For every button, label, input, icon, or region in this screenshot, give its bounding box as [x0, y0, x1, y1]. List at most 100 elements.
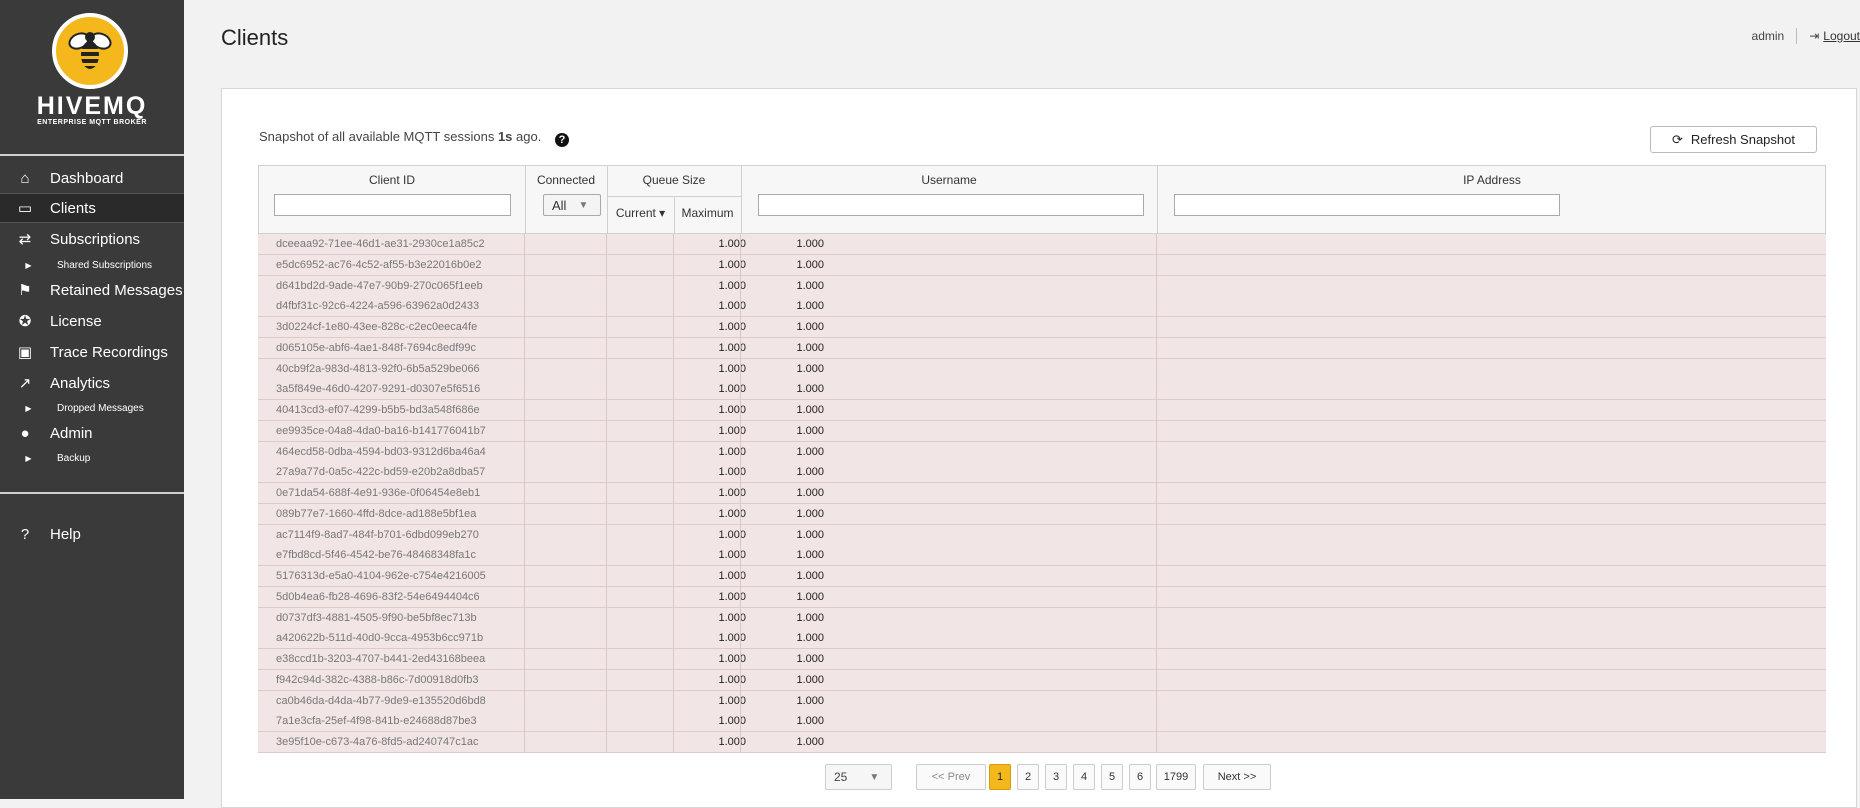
cell-divider — [673, 254, 674, 276]
queue-current-cell: 1.000 — [718, 238, 746, 250]
refresh-snapshot-button[interactable]: ⟳ Refresh Snapshot — [1650, 126, 1817, 153]
sidebar-item-help[interactable]: ? Help — [0, 519, 184, 549]
cell-divider — [740, 524, 741, 546]
header-current[interactable]: Current ▾ — [607, 206, 674, 220]
header-queue-size: Queue Size — [642, 173, 706, 187]
table-row[interactable]: 40413cd3-ef07-4299-b5b5-bd3a548f686e 1.00… — [258, 400, 1826, 421]
table-row[interactable]: e7fbd8cd-5f46-4542-be76-48468348fa1c 1.00… — [258, 545, 1826, 567]
sidebar-item-subscriptions[interactable]: ⇄ Subscriptions — [0, 224, 184, 254]
queue-maximum-cell: 1.000 — [796, 341, 824, 354]
cell-divider — [524, 669, 525, 691]
table-row[interactable]: 089b77e7-1660-4ffd-8dce-ad188e5bf1ea 1.00… — [258, 503, 1826, 525]
page-button[interactable]: 6 — [1129, 764, 1151, 790]
help-icon[interactable]: ? — [554, 133, 569, 147]
queue-maximum-cell: 1.000 — [796, 238, 824, 250]
table-row[interactable]: 27a9a77d-0a5c-422c-bd59-e20b2a8dba57 1.00… — [258, 462, 1826, 484]
column-divider — [1157, 166, 1158, 235]
next-page-button[interactable]: Next >> — [1203, 764, 1271, 790]
table-row[interactable]: d4fbf31c-92c6-4224-a596-63962a0d2433 1.00… — [258, 296, 1826, 318]
page-size-select[interactable]: 25 ▼ — [825, 764, 892, 790]
table-row[interactable]: f942c94d-382c-4388-b86c-7d00918d0fb3 1.00… — [258, 669, 1826, 691]
sidebar-item-retained-messages[interactable]: ⚑ Retained Messages — [0, 275, 184, 305]
cell-divider — [673, 607, 674, 629]
clients-panel: Snapshot of all available MQTT sessions … — [221, 88, 1857, 808]
queue-current-cell: 1.000 — [718, 673, 746, 686]
sidebar-item-label: Admin — [50, 424, 93, 442]
header-maximum[interactable]: Maximum — [674, 206, 741, 220]
table-row[interactable]: ee9935ce-04a8-4da0-ba16-b141776041b7 1.00… — [258, 420, 1826, 442]
connected-filter-select[interactable]: All ▼ — [543, 194, 601, 216]
page-button[interactable]: 4 — [1073, 764, 1095, 790]
cell-divider — [1156, 254, 1157, 276]
sidebar-item-dashboard[interactable]: ⌂ Dashboard — [0, 163, 184, 193]
logout-link[interactable]: Logout — [1823, 29, 1860, 43]
table-row[interactable]: a420622b-511d-40d0-9cca-4953b6cc971b 1.00… — [258, 628, 1826, 650]
sidebar-item-admin[interactable]: ● Admin — [0, 418, 184, 448]
sidebar-item-analytics[interactable]: ↗ Analytics — [0, 368, 184, 398]
table-row[interactable]: 7a1e3cfa-25ef-4f98-841b-e24688d87be3 1.00… — [258, 711, 1826, 733]
username-filter-input[interactable] — [758, 194, 1144, 216]
prev-page-button[interactable]: << Prev — [916, 764, 986, 790]
cell-divider — [524, 275, 525, 297]
sidebar-subitem-shared-subscriptions[interactable]: ▶ Shared Subscriptions — [0, 256, 184, 274]
sidebar-item-label: Subscriptions — [50, 230, 141, 248]
cell-divider — [524, 254, 525, 276]
table-row[interactable]: e5dc6952-ac76-4c52-af55-b3e22016b0e2 1.00… — [258, 254, 1826, 276]
cell-divider — [740, 379, 741, 401]
table-row[interactable]: 3a5f849e-46d0-4207-9291-d0307e5f6516 1.00… — [258, 379, 1826, 401]
page-button[interactable]: 1799 — [1156, 764, 1196, 790]
refresh-snapshot-label: Refresh Snapshot — [1690, 132, 1795, 147]
sidebar-item-trace-recordings[interactable]: ▣ Trace Recordings — [0, 337, 184, 367]
cell-divider — [524, 732, 525, 753]
sidebar-item-label: Dashboard — [50, 169, 124, 187]
sidebar-item-label: Analytics — [50, 374, 111, 392]
queue-maximum-cell: 1.000 — [796, 362, 824, 375]
queue-current-cell: 1.000 — [718, 424, 746, 437]
cell-divider — [740, 296, 741, 318]
table-row[interactable]: 5176313d-e5a0-4104-962e-c754e4216005 1.00… — [258, 566, 1826, 587]
table-row[interactable]: 464ecd58-0dba-4594-bd03-9312d6ba46a4 1.00… — [258, 441, 1826, 463]
cell-divider — [740, 483, 741, 504]
page-button[interactable]: 5 — [1101, 764, 1123, 790]
page-button[interactable]: 3 — [1045, 764, 1067, 790]
table-row[interactable]: ac7114f9-8ad7-484f-b701-6dbd099eb270 1.00… — [258, 524, 1826, 546]
sidebar-item-clients[interactable]: ▭ Clients — [0, 193, 184, 223]
header-username[interactable]: Username — [741, 173, 1157, 187]
sidebar-item-license[interactable]: ✪ License — [0, 306, 184, 336]
cell-divider — [1156, 400, 1157, 421]
table-row[interactable]: 3e95f10e-c673-4a76-8fd5-ad240747c1ac 1.00… — [258, 732, 1826, 753]
client-id-filter-input[interactable] — [274, 194, 511, 216]
table-row[interactable]: 3d0224cf-1e80-43ee-828c-c2ec0eeca4fe 1.00… — [258, 317, 1826, 338]
cell-divider — [740, 400, 741, 421]
table-row[interactable]: ca0b46da-d4da-4b77-9de9-e135520d6bd8 1.00… — [258, 690, 1826, 712]
table-row[interactable]: 40cb9f2a-983d-4813-92f0-6b5a529be066 1.00… — [258, 358, 1826, 380]
table-row[interactable]: 5d0b4ea6-fb28-4696-83f2-54e6494404c6 1.00… — [258, 586, 1826, 608]
table-row[interactable]: d065105e-abf6-4ae1-848f-7694c8edf99c 1.00… — [258, 337, 1826, 359]
header-client-id[interactable]: Client ID — [259, 173, 525, 187]
cell-divider — [606, 254, 607, 276]
cell-divider — [1156, 358, 1157, 380]
sidebar-subitem-backup[interactable]: ▶ Backup — [0, 449, 184, 467]
table-row[interactable]: e38ccd1b-3203-4707-b441-2ed43168beea 1.00… — [258, 649, 1826, 670]
ip-address-filter-input[interactable] — [1174, 194, 1560, 216]
queue-current-cell: 1.000 — [718, 549, 746, 562]
header-connected[interactable]: Connected — [525, 173, 607, 187]
table-row[interactable]: 0e71da54-688f-4e91-936e-0f06454e8eb1 1.00… — [258, 483, 1826, 504]
page-button[interactable]: 1 — [989, 764, 1011, 790]
table-row[interactable]: d641bd2d-9ade-47e7-90b9-270c065f1eeb 1.00… — [258, 275, 1826, 297]
cell-divider — [524, 317, 525, 338]
header-ip-address[interactable]: IP Address — [1157, 173, 1827, 187]
sidebar-subitem-dropped-messages[interactable]: ▶ Dropped Messages — [0, 399, 184, 417]
user-icon: ● — [20, 424, 30, 442]
page-button[interactable]: 2 — [1017, 764, 1039, 790]
client-id-cell: f942c94d-382c-4388-b86c-7d00918d0fb3 — [276, 673, 479, 686]
chevron-down-icon: ▼ — [869, 771, 880, 783]
brand-logo[interactable]: HIVEMQ ENTERPRISE MQTT BROKER — [0, 0, 184, 156]
logout-icon: ⇥ — [1809, 29, 1820, 43]
table-row[interactable]: d0737df3-4881-4505-9f90-be5bf8ec713b 1.00… — [258, 607, 1826, 629]
cell-divider — [673, 628, 674, 650]
cell-divider — [606, 337, 607, 359]
queue-current-cell: 1.000 — [718, 715, 746, 728]
client-id-cell: ca0b46da-d4da-4b77-9de9-e135520d6bd8 — [276, 694, 486, 707]
table-row[interactable]: dceeaa92-71ee-46d1-ae31-2930ce1a85c2 1.00… — [258, 234, 1826, 255]
